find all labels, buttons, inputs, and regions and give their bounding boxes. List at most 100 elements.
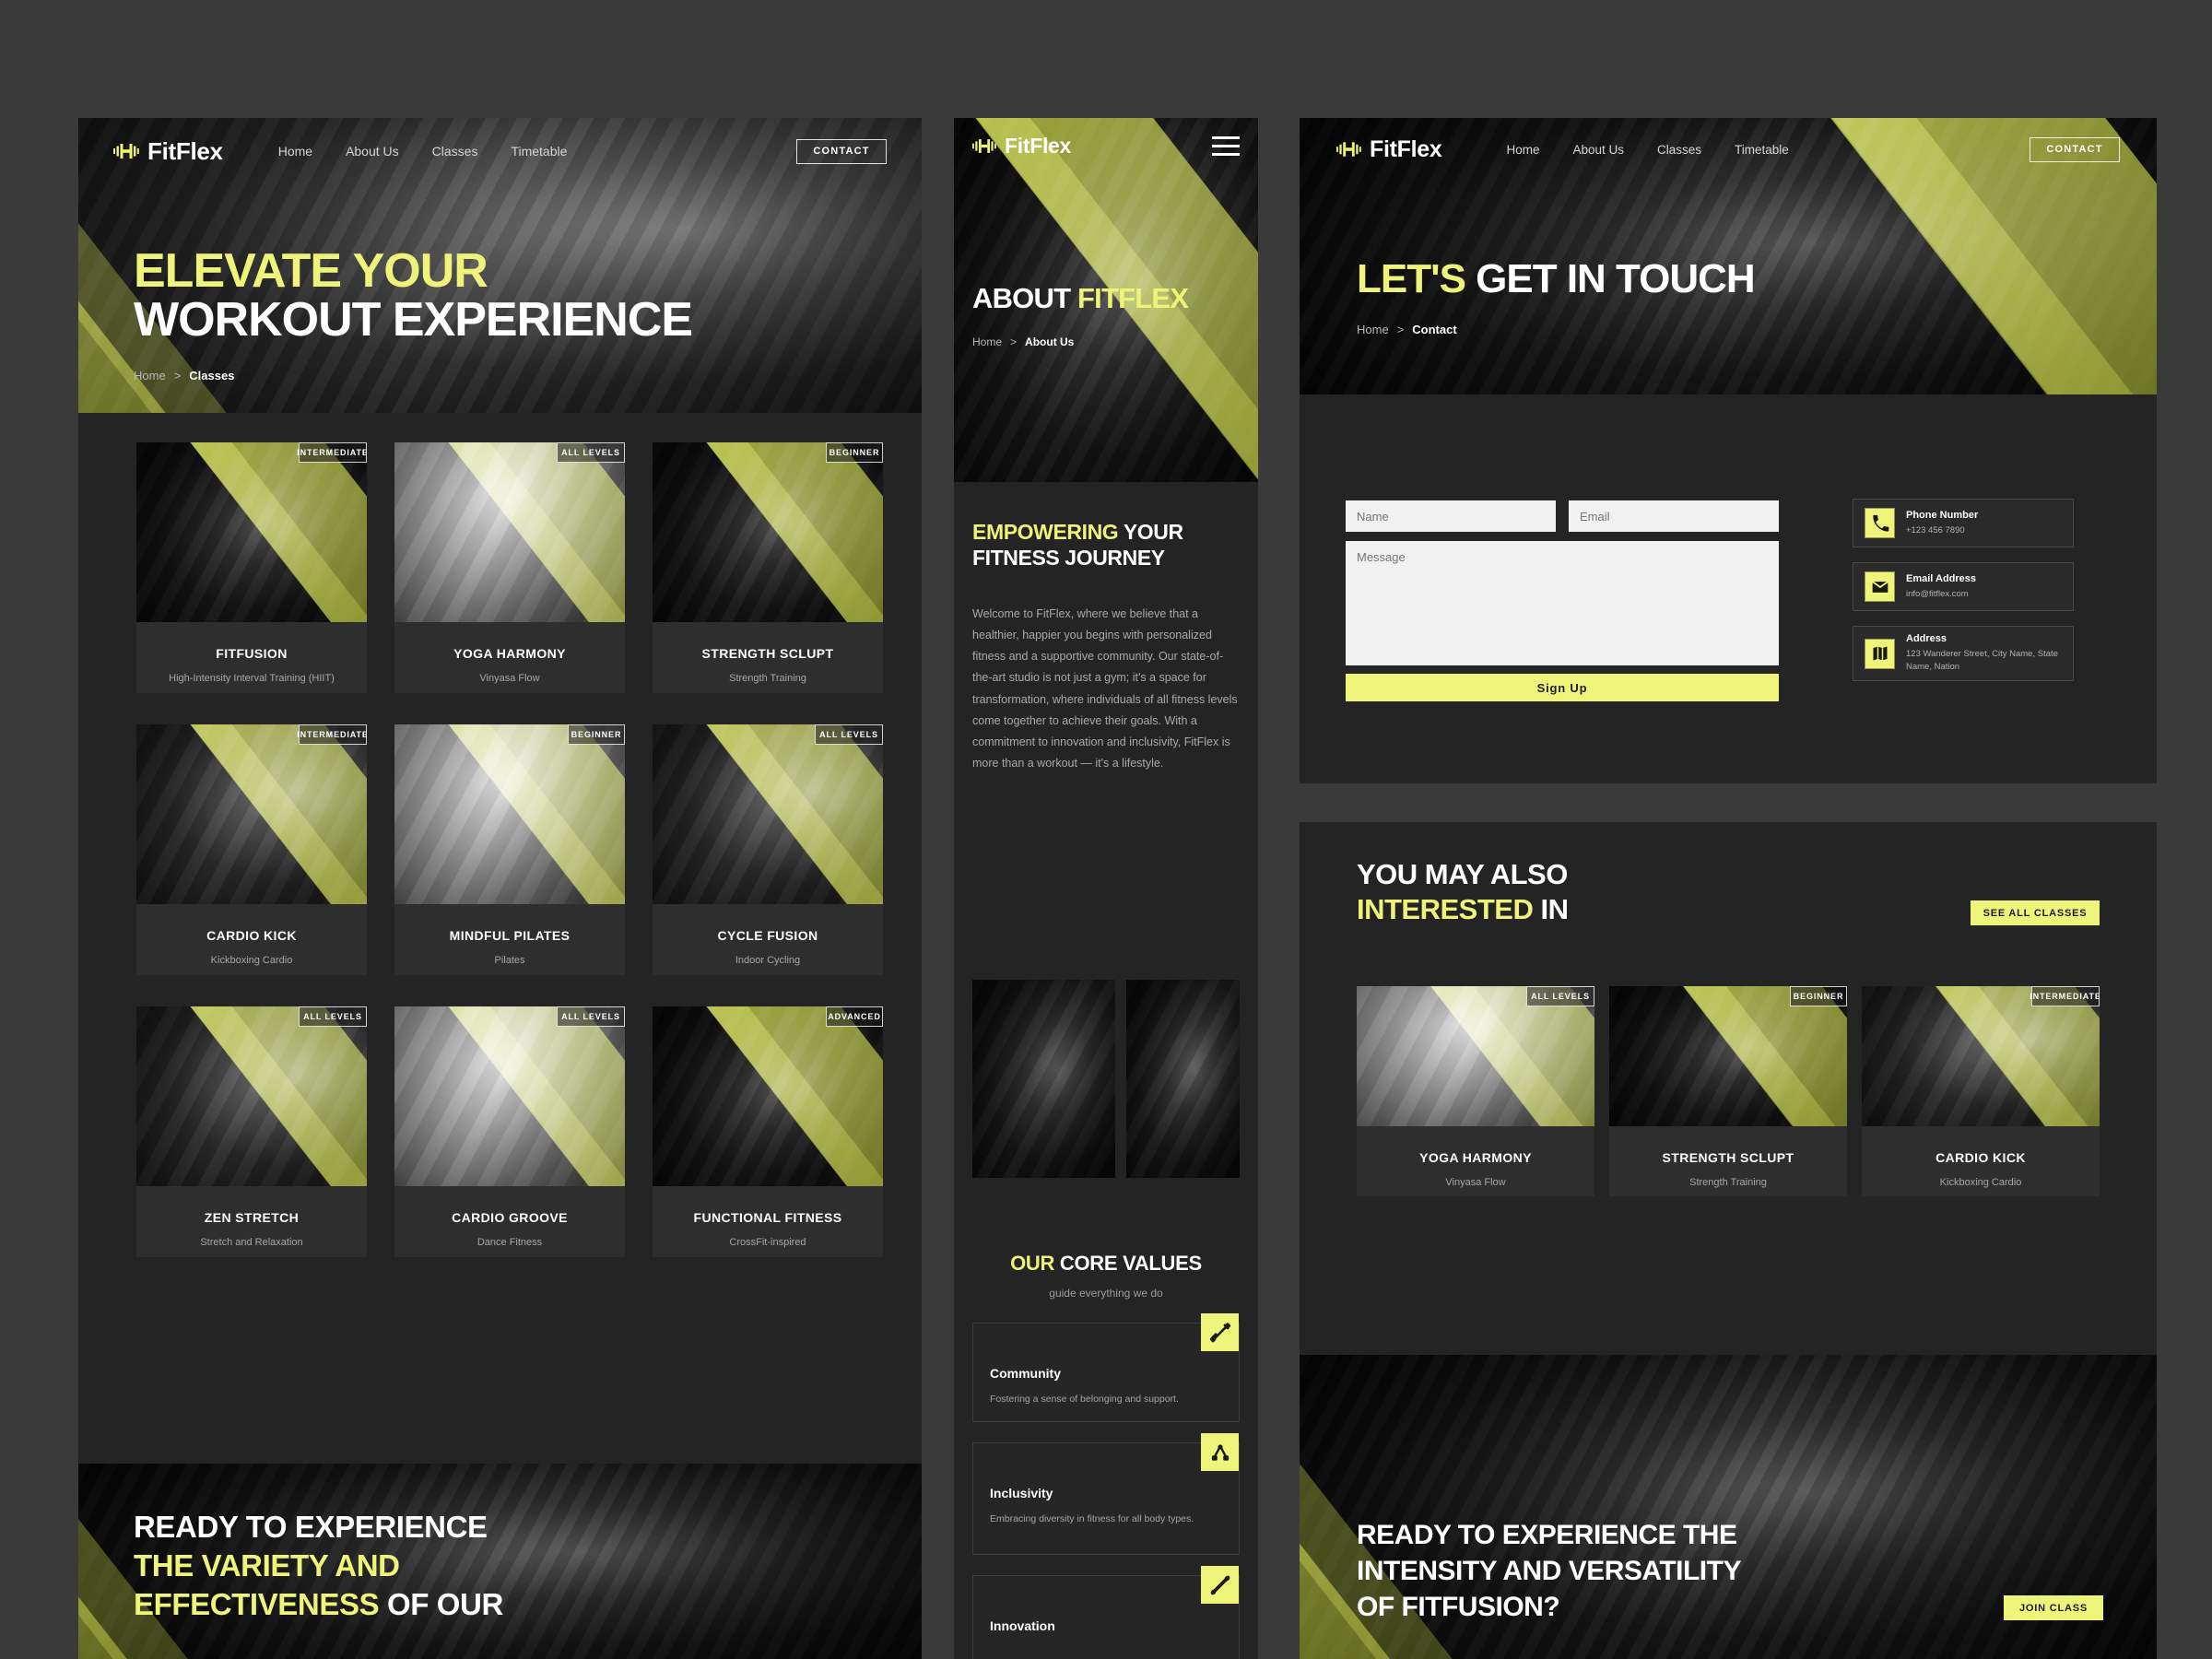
core-value-card[interactable]: Community Fostering a sense of belonging…	[972, 1313, 1240, 1422]
contact-hero-title-accent: LET'S	[1357, 256, 1466, 301]
class-card-meta: FITFUSION High-Intensity Interval Traini…	[136, 646, 367, 684]
class-card[interactable]: INTERMEDIATE CARDIO KICK Kickboxing Card…	[1862, 986, 2100, 1196]
hamburger-icon[interactable]	[1212, 135, 1240, 156]
signup-button[interactable]: Sign Up	[1346, 674, 1779, 701]
hero-title-accent: ELEVATE YOUR	[134, 244, 488, 298]
core-value-card[interactable]: Innovation	[972, 1566, 1240, 1659]
class-card-meta: YOGA HARMONY Vinyasa Flow	[394, 646, 625, 684]
breadcrumb-root[interactable]: Home	[134, 369, 166, 382]
contact-breadcrumb-root[interactable]: Home	[1357, 323, 1389, 336]
class-card-meta: STRENGTH SCLUPT Strength Training	[1609, 1150, 1847, 1188]
class-card-title: CARDIO KICK	[1936, 1150, 2026, 1165]
class-card-image: BEGINNER	[653, 442, 883, 622]
nav-item-timetable[interactable]: Timetable	[511, 144, 567, 159]
classes-header: FitFlex Home About Us Classes Timetable …	[78, 118, 922, 184]
class-card-subtitle: Strength Training	[1689, 1177, 1767, 1188]
class-level-badge: BEGINNER	[826, 442, 883, 463]
class-card-meta: YOGA HARMONY Vinyasa Flow	[1357, 1150, 1594, 1188]
nav-item-about-us[interactable]: About Us	[346, 144, 399, 159]
core-values-subtitle: guide everything we do	[1049, 1287, 1163, 1300]
dumbbell-icon	[1201, 1313, 1239, 1351]
core-value-card[interactable]: Inclusivity Embracing diversity in fitne…	[972, 1433, 1240, 1555]
class-card-image: BEGINNER	[1609, 986, 1847, 1126]
contact-button[interactable]: CONTACT	[796, 138, 887, 164]
class-card[interactable]: ALL LEVELS CARDIO GROOVE Dance Fitness	[394, 1006, 625, 1257]
interested-cta-line-2: INTENSITY AND VERSATILITY	[1357, 1556, 1741, 1586]
class-card-title: FITFUSION	[216, 646, 288, 661]
contact-form: Sign Up	[1346, 500, 1779, 701]
contact-nav-item-about-us[interactable]: About Us	[1572, 143, 1624, 157]
mobile-breadcrumb-root[interactable]: Home	[972, 335, 1002, 348]
mobile-logo[interactable]: FitFlex	[972, 134, 1071, 159]
map-icon	[1865, 638, 1895, 669]
name-input[interactable]	[1346, 500, 1556, 532]
class-level-badge: ADVANCED	[826, 1006, 883, 1027]
cta-line-3-rest: OF OUR	[379, 1587, 503, 1622]
intro-body: Welcome to FitFlex, where we believe tha…	[972, 607, 1238, 770]
contact-info-card[interactable]: Email Address info@fitflex.com	[1853, 562, 2074, 611]
contact-header-cta-button[interactable]: CONTACT	[2030, 136, 2120, 162]
intro-heading: EMPOWERING YOUR FITNESS JOURNEY	[972, 519, 1240, 571]
class-card[interactable]: INTERMEDIATE CARDIO KICK Kickboxing Card…	[136, 724, 367, 975]
intro-heading-accent: EMPOWERING	[972, 520, 1119, 544]
contact-header: FitFlex Home About Us Classes Timetable …	[1300, 118, 2157, 181]
class-card-image: ALL LEVELS	[394, 1006, 625, 1186]
nav-item-classes[interactable]: Classes	[432, 144, 478, 159]
contact-breadcrumb-separator: >	[1396, 323, 1405, 336]
contact-nav: Home About Us Classes Timetable	[1506, 143, 1788, 157]
class-level-badge: ALL LEVELS	[815, 724, 883, 745]
contact-info-card[interactable]: Phone Number +123 456 7890	[1853, 499, 2074, 547]
class-card-title: STRENGTH SCLUPT	[701, 646, 834, 661]
class-level-badge: BEGINNER	[568, 724, 625, 745]
cta-line-3-accent: EFFECTIVENESS	[134, 1587, 380, 1622]
classes-page-panel: FitFlex Home About Us Classes Timetable …	[78, 118, 922, 1659]
mobile-photo-right	[1126, 980, 1240, 1178]
intro-heading-rest: YOUR	[1118, 520, 1183, 544]
class-level-badge: ALL LEVELS	[557, 1006, 625, 1027]
contact-nav-item-home[interactable]: Home	[1506, 143, 1539, 157]
class-card[interactable]: BEGINNER STRENGTH SCLUPT Strength Traini…	[1609, 986, 1847, 1196]
kettlebell-icon	[1201, 1566, 1239, 1604]
class-card-meta: FUNCTIONAL FITNESS CrossFit-inspired	[653, 1210, 883, 1248]
core-values-list: Community Fostering a sense of belonging…	[972, 1313, 1240, 1659]
class-card[interactable]: BEGINNER STRENGTH SCLUPT Strength Traini…	[653, 442, 883, 693]
join-class-button[interactable]: JOIN CLASS	[2004, 1595, 2103, 1620]
class-card[interactable]: ADVANCED FUNCTIONAL FITNESS CrossFit-ins…	[653, 1006, 883, 1257]
core-value-title: Community	[990, 1366, 1061, 1381]
class-card[interactable]: ALL LEVELS YOGA HARMONY Vinyasa Flow	[1357, 986, 1594, 1196]
class-card-meta: STRENGTH SCLUPT Strength Training	[653, 646, 883, 684]
class-card[interactable]: ALL LEVELS YOGA HARMONY Vinyasa Flow	[394, 442, 625, 693]
email-input[interactable]	[1569, 500, 1779, 532]
contact-nav-item-classes[interactable]: Classes	[1657, 143, 1701, 157]
contact-info-title: Email Address	[1906, 572, 1977, 584]
class-card-meta: CARDIO GROOVE Dance Fitness	[394, 1210, 625, 1248]
class-card[interactable]: ALL LEVELS CYCLE FUSION Indoor Cycling	[653, 724, 883, 975]
contact-info-value: +123 456 7890	[1906, 524, 1965, 535]
contact-info-card[interactable]: Address 123 Wanderer Street, City Name, …	[1853, 626, 2074, 681]
class-card-meta: MINDFUL PILATES Pilates	[394, 928, 625, 966]
class-card-image: ADVANCED	[653, 1006, 883, 1186]
phone-icon	[1865, 508, 1895, 538]
mobile-breadcrumb-current: About Us	[1025, 335, 1075, 348]
message-input[interactable]	[1346, 541, 1779, 665]
see-all-classes-button[interactable]: SEE ALL CLASSES	[1971, 900, 2100, 925]
mobile-hero-title-accent: FITFLEX	[1077, 282, 1189, 314]
class-card-subtitle: Vinyasa Flow	[479, 673, 540, 684]
interested-cta-band: READY TO EXPERIENCE THE INTENSITY AND VE…	[1300, 1355, 2157, 1659]
mobile-logo-text: FitFlex	[1005, 133, 1072, 158]
class-card[interactable]: INTERMEDIATE FITFUSION High-Intensity In…	[136, 442, 367, 693]
nav-item-home[interactable]: Home	[278, 144, 312, 159]
class-card-subtitle: Kickboxing Cardio	[1939, 1177, 2022, 1188]
cta-line-2: THE VARIETY AND	[134, 1548, 400, 1583]
dumbbell-icon	[972, 138, 996, 153]
class-card[interactable]: ALL LEVELS ZEN STRETCH Stretch and Relax…	[136, 1006, 367, 1257]
contact-hero-title: LET'S GET IN TOUCH	[1357, 256, 1756, 302]
contact-logo[interactable]: FitFlex	[1336, 136, 1442, 163]
contact-nav-item-timetable[interactable]: Timetable	[1735, 143, 1789, 157]
logo[interactable]: FitFlex	[113, 137, 223, 166]
class-card[interactable]: BEGINNER MINDFUL PILATES Pilates	[394, 724, 625, 975]
contact-info-value: info@fitflex.com	[1906, 588, 1969, 599]
class-card-meta: CARDIO KICK Kickboxing Cardio	[1862, 1150, 2100, 1188]
class-card-subtitle: Stretch and Relaxation	[200, 1237, 303, 1248]
contact-page-panel: FitFlex Home About Us Classes Timetable …	[1300, 118, 2157, 783]
